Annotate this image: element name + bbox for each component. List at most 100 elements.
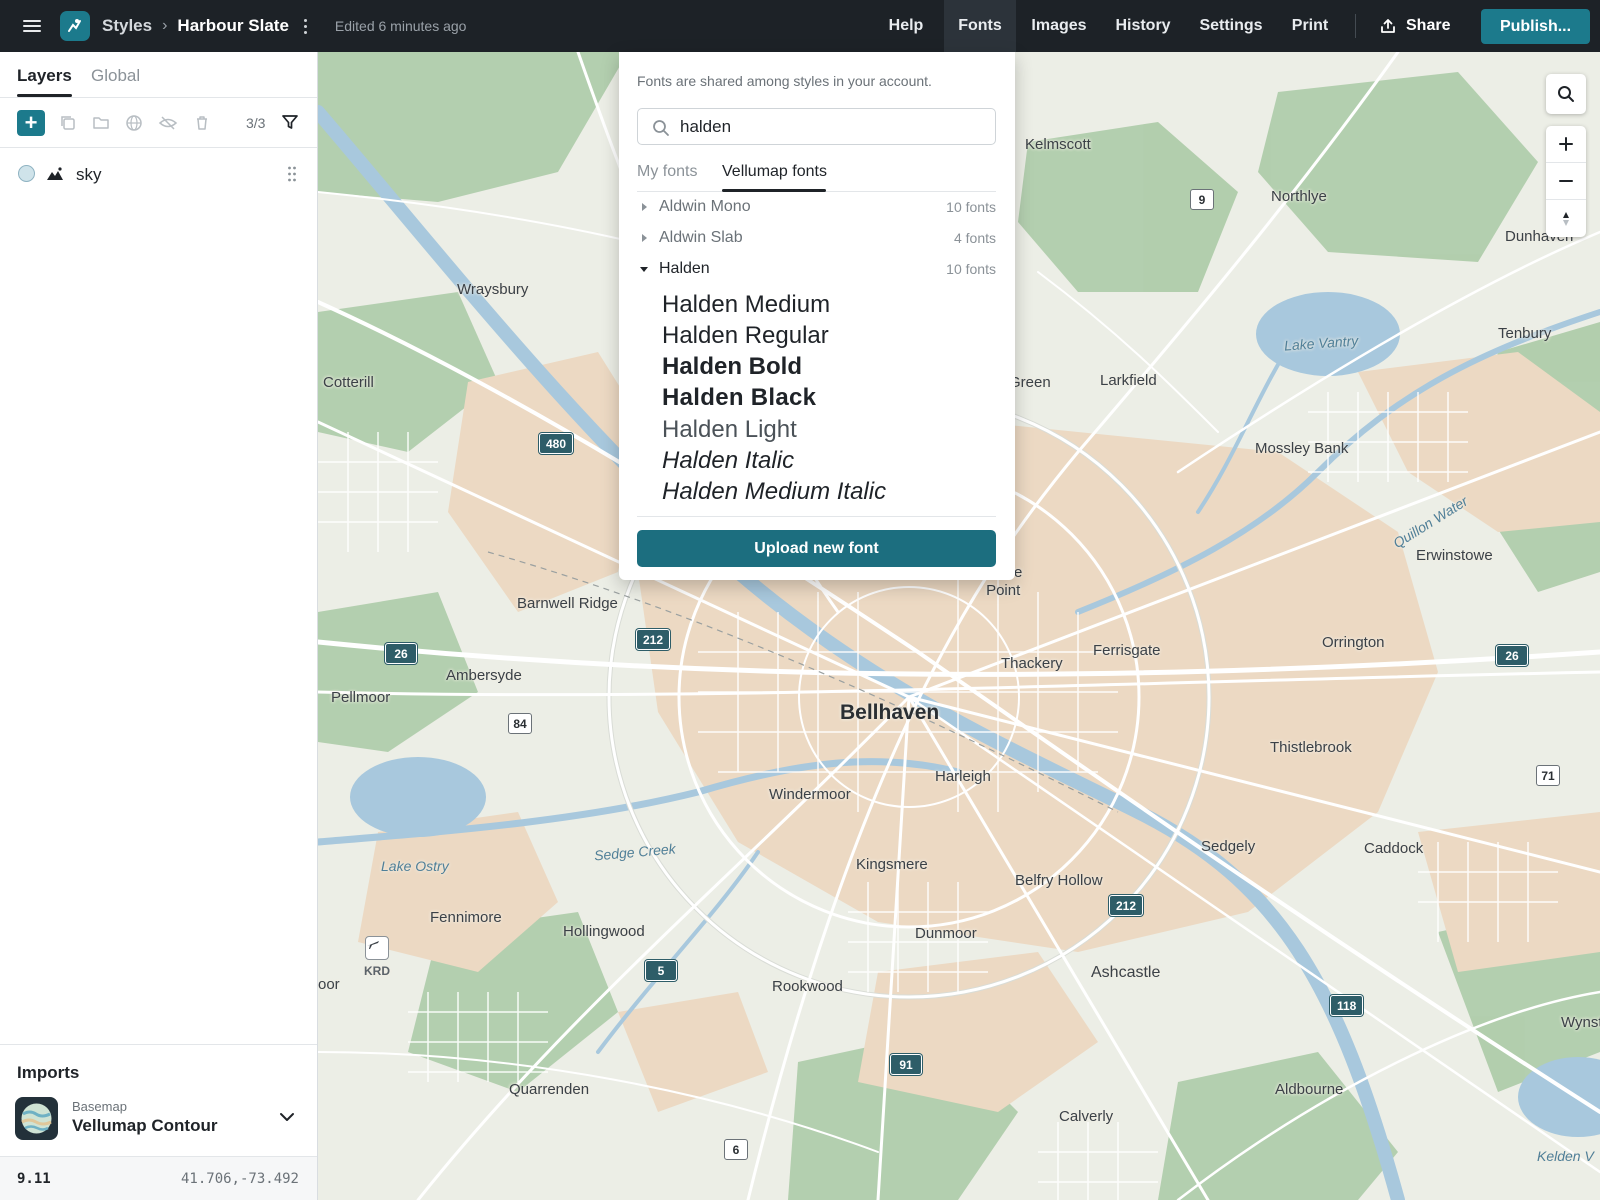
nav-images[interactable]: Images [1024,0,1094,52]
caret-down-icon [640,267,648,272]
font-variant-halden-medium-italic[interactable]: Halden Medium Italic [662,478,886,506]
chevron-down-icon[interactable] [279,1111,295,1123]
drag-handle-icon[interactable] [287,165,297,183]
nav-fonts[interactable]: Fonts [944,0,1016,52]
place-northlye: Northlye [1271,188,1327,205]
hide-eye-icon[interactable] [158,113,178,133]
place-kelden: Kelden V [1537,1148,1594,1164]
font-family-count: 4 fonts [953,230,996,246]
upload-font-button[interactable]: Upload new font [637,530,996,567]
style-options-kebab-icon[interactable] [299,18,313,34]
place-rookwood: Rookwood [772,978,843,995]
zoom-out-button[interactable] [1546,163,1586,200]
trash-icon[interactable] [192,113,212,133]
globe-icon[interactable] [124,113,144,133]
place-belfry-hollow: Belfry Hollow [1015,872,1103,889]
font-search-input[interactable] [680,115,980,139]
place-kingsmere: Kingsmere [856,856,928,873]
place-calverly: Calverly [1059,1108,1114,1125]
place-quarrenden: Quarrenden [509,1081,590,1098]
font-family-name: Aldwin Mono [659,198,751,215]
font-variant-halden-black[interactable]: Halden Black [662,384,816,412]
font-family-aldwin-slab[interactable]: Aldwin Slab 4 fonts [637,224,996,254]
route-shield-5: 5 [645,960,677,981]
route-shield-26b: 26 [1496,645,1528,666]
publish-button[interactable]: Publish... [1481,9,1590,44]
font-family-name: Aldwin Slab [659,229,743,246]
font-variant-halden-light[interactable]: Halden Light [662,416,797,444]
route-shield-212b: 212 [1109,895,1144,916]
font-variant-halden-bold[interactable]: Halden Bold [662,353,802,381]
share-button[interactable]: Share [1380,0,1450,52]
filter-icon[interactable] [281,113,299,131]
layer-row-sky[interactable]: sky [0,156,317,192]
font-family-aldwin-mono[interactable]: Aldwin Mono 10 fonts [637,193,996,223]
place-fennimore: Fennimore [430,909,502,926]
layer-count: 3/3 [246,115,266,131]
place-barnwell-ridge: Barnwell Ridge [517,595,618,612]
route-shield-480: 480 [539,433,574,454]
fonts-note: Fonts are shared among styles in your ac… [637,73,932,89]
basemap-label: Basemap [72,1099,127,1114]
nav-print[interactable]: Print [1284,0,1336,52]
font-family-halden[interactable]: Halden 10 fonts [637,255,996,285]
nav-history[interactable]: History [1108,0,1178,52]
share-icon [1381,19,1395,33]
caret-right-icon [642,203,647,211]
app-logo-icon[interactable] [60,11,90,41]
zoom-level: 9.11 [17,1171,51,1187]
water-lake-ostry: Lake Ostry [381,858,449,874]
place-pellmoor: Pellmoor [331,689,391,706]
nav-help[interactable]: Help [878,0,934,52]
place-oor: oor [318,976,340,993]
tab-global[interactable]: Global [91,66,140,86]
reset-north-button[interactable] [1546,200,1586,237]
hamburger-menu-icon[interactable] [0,0,64,52]
place-erwinstowe: Erwinstowe [1416,547,1493,564]
font-search-box[interactable] [637,108,996,145]
place-windermoor: Windermoor [769,786,851,803]
route-shield-84: 84 [508,713,532,734]
place-wynst: Wynst [1561,1014,1600,1031]
route-shield-26a: 26 [385,643,417,664]
route-shield-212a: 212 [636,629,671,650]
place-cotterill: Cotterill [323,374,374,391]
left-panel: Layers Global + 3/3 sky Imports Basemap … [0,52,318,1200]
tab-layers[interactable]: Layers [17,66,72,86]
tab-my-fonts[interactable]: My fonts [637,163,697,181]
layer-name: sky [76,165,102,184]
style-title[interactable]: Harbour Slate [177,16,288,36]
minus-icon [1559,180,1573,182]
search-icon [653,120,669,136]
tab-vellumap-fonts[interactable]: Vellumap fonts [722,163,827,181]
search-icon[interactable] [1557,85,1575,103]
place-bellhaven: Bellhaven [840,701,940,724]
font-variant-halden-regular[interactable]: Halden Regular [662,322,829,350]
duplicate-icon[interactable] [58,113,78,133]
caret-right-icon [642,234,647,242]
place-larkfield: Larkfield [1100,372,1157,389]
map-search-control[interactable] [1546,74,1586,114]
status-bar: 9.11 41.706,-73.492 [0,1156,317,1200]
place-sedgely: Sedgely [1201,838,1256,855]
route-shield-91: 91 [890,1054,922,1075]
zoom-in-button[interactable] [1546,126,1586,163]
basemap-name[interactable]: Vellumap Contour [72,1116,217,1136]
basemap-thumbnail[interactable] [15,1097,58,1140]
add-layer-button[interactable]: + [17,110,45,136]
airport-icon[interactable] [365,936,389,960]
breadcrumb-styles[interactable]: Styles [102,16,152,36]
place-caddock: Caddock [1364,840,1424,857]
place-green: Green [1009,374,1051,391]
imports-title: Imports [17,1063,80,1082]
layer-color-swatch[interactable] [18,165,35,182]
place-orrington: Orrington [1322,634,1385,651]
folder-icon[interactable] [91,113,111,133]
font-variant-halden-italic[interactable]: Halden Italic [662,447,794,475]
nav-settings[interactable]: Settings [1192,0,1270,52]
font-source-tabs: My fonts Vellumap fonts [637,160,996,192]
font-variant-halden-medium[interactable]: Halden Medium [662,291,830,319]
place-thistlebrook: Thistlebrook [1270,739,1352,756]
mountain-icon [47,167,63,180]
topbar-divider [1355,14,1356,38]
